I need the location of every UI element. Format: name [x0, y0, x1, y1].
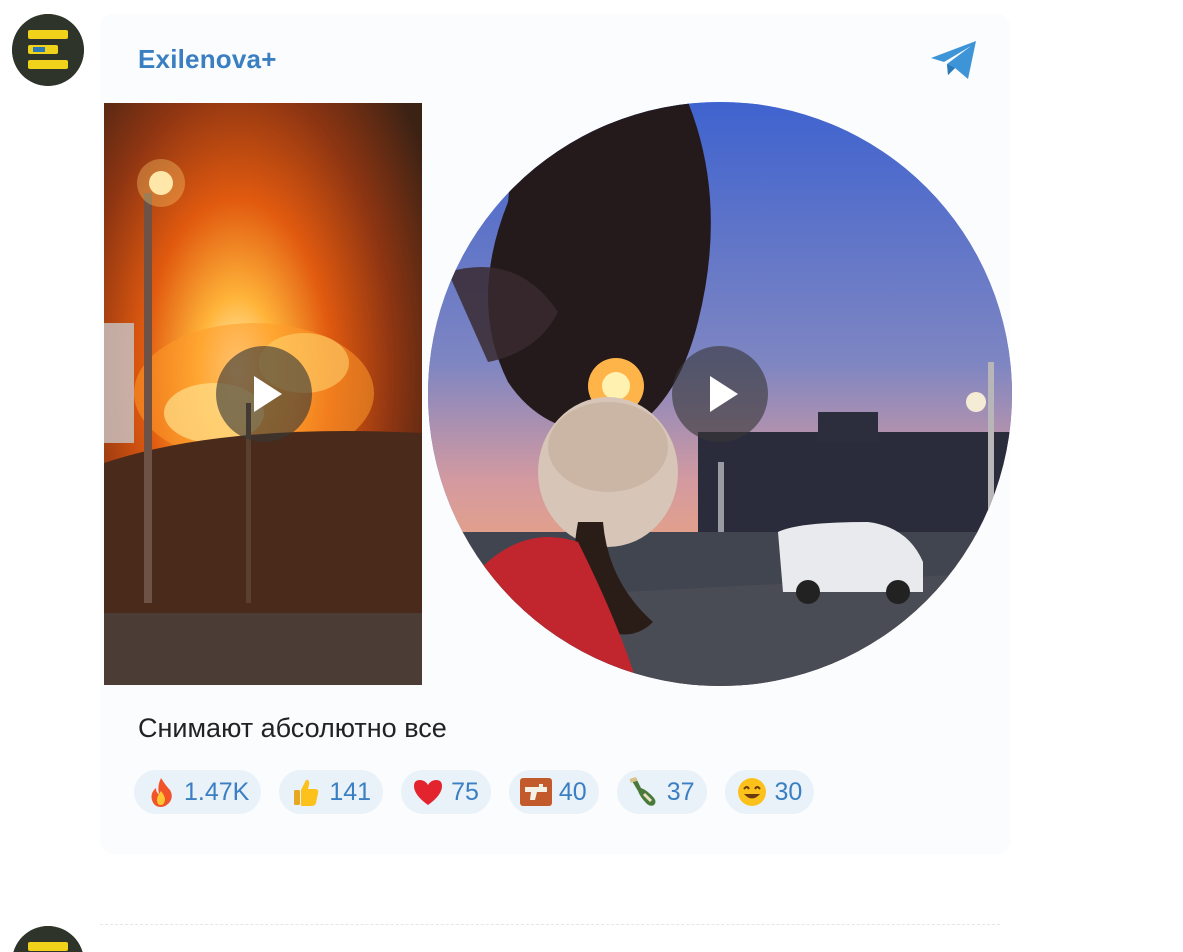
reaction-bottle[interactable]: 37: [616, 770, 707, 814]
telegram-plane-icon[interactable]: [928, 38, 980, 82]
laughing-face-emoji-icon: [735, 775, 769, 809]
post-divider: [100, 924, 1000, 925]
thumbs-up-emoji-icon: [289, 775, 323, 809]
reactions-bar: 1.47K 141 75 40 37 30: [134, 770, 815, 814]
exilenova-logo-icon: [13, 926, 83, 952]
next-post-avatar[interactable]: [12, 926, 84, 952]
fire-emoji-icon: [144, 775, 178, 809]
reaction-heart[interactable]: 75: [401, 770, 491, 814]
telegram-feed: Exilenova+ Снимают абсолютно все 1.47K 1…: [0, 0, 1183, 952]
red-heart-emoji-icon: [411, 775, 445, 809]
reaction-laughing[interactable]: 30: [724, 770, 815, 814]
reaction-count: 37: [666, 777, 695, 806]
bottle-emoji-icon: [627, 775, 661, 809]
reaction-count: 75: [451, 777, 479, 806]
pistol-emoji-icon: [519, 775, 553, 809]
play-button-left[interactable]: [216, 346, 312, 442]
play-button-right[interactable]: [672, 346, 768, 442]
reaction-count: 1.47K: [184, 777, 250, 806]
reaction-fire[interactable]: 1.47K: [134, 770, 262, 814]
reaction-thumbs-up[interactable]: 141: [279, 770, 384, 814]
channel-avatar[interactable]: [12, 14, 84, 86]
channel-name[interactable]: Exilenova+: [138, 44, 277, 75]
exilenova-logo-icon: [12, 14, 84, 86]
post-caption: Снимают абсолютно все: [138, 713, 447, 743]
reaction-count: 40: [558, 777, 587, 806]
reaction-count: 30: [774, 777, 803, 806]
reaction-count: 141: [329, 777, 372, 806]
reaction-pistol[interactable]: 40: [508, 770, 599, 814]
